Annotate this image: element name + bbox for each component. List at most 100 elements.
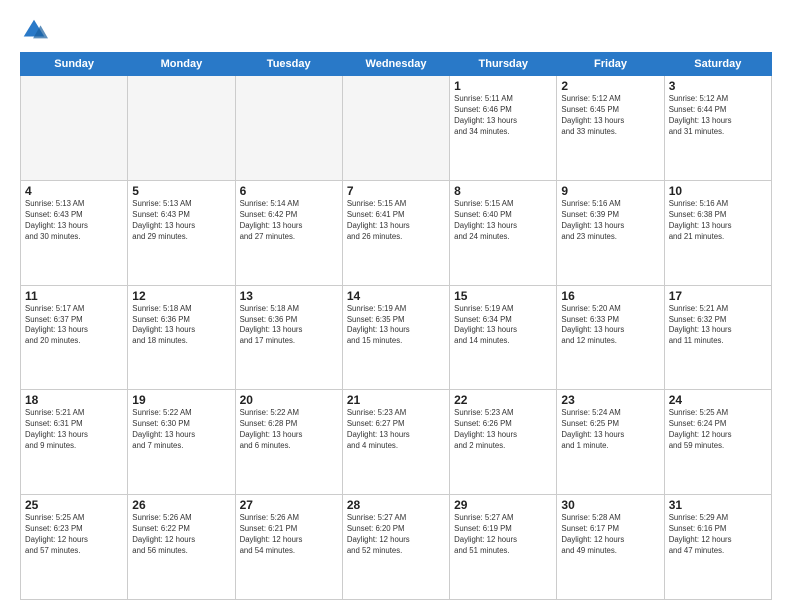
calendar-table: SundayMondayTuesdayWednesdayThursdayFrid… bbox=[20, 52, 772, 600]
weekday-header-saturday: Saturday bbox=[664, 53, 771, 76]
calendar-cell: 28Sunrise: 5:27 AM Sunset: 6:20 PM Dayli… bbox=[342, 495, 449, 600]
calendar-cell: 12Sunrise: 5:18 AM Sunset: 6:36 PM Dayli… bbox=[128, 285, 235, 390]
calendar-cell: 5Sunrise: 5:13 AM Sunset: 6:43 PM Daylig… bbox=[128, 180, 235, 285]
logo-icon bbox=[20, 16, 48, 44]
day-number: 8 bbox=[454, 184, 552, 198]
week-row-5: 25Sunrise: 5:25 AM Sunset: 6:23 PM Dayli… bbox=[21, 495, 772, 600]
day-number: 18 bbox=[25, 393, 123, 407]
day-number: 22 bbox=[454, 393, 552, 407]
calendar-cell: 27Sunrise: 5:26 AM Sunset: 6:21 PM Dayli… bbox=[235, 495, 342, 600]
weekday-header-sunday: Sunday bbox=[21, 53, 128, 76]
header bbox=[20, 16, 772, 44]
calendar-cell bbox=[235, 76, 342, 181]
day-number: 9 bbox=[561, 184, 659, 198]
calendar-cell: 19Sunrise: 5:22 AM Sunset: 6:30 PM Dayli… bbox=[128, 390, 235, 495]
day-info: Sunrise: 5:11 AM Sunset: 6:46 PM Dayligh… bbox=[454, 94, 552, 138]
calendar-cell: 23Sunrise: 5:24 AM Sunset: 6:25 PM Dayli… bbox=[557, 390, 664, 495]
day-number: 24 bbox=[669, 393, 767, 407]
calendar-cell: 25Sunrise: 5:25 AM Sunset: 6:23 PM Dayli… bbox=[21, 495, 128, 600]
calendar-cell: 15Sunrise: 5:19 AM Sunset: 6:34 PM Dayli… bbox=[450, 285, 557, 390]
day-number: 17 bbox=[669, 289, 767, 303]
day-number: 10 bbox=[669, 184, 767, 198]
calendar-cell: 24Sunrise: 5:25 AM Sunset: 6:24 PM Dayli… bbox=[664, 390, 771, 495]
day-number: 20 bbox=[240, 393, 338, 407]
page: SundayMondayTuesdayWednesdayThursdayFrid… bbox=[0, 0, 792, 612]
day-info: Sunrise: 5:27 AM Sunset: 6:19 PM Dayligh… bbox=[454, 513, 552, 557]
calendar-cell: 6Sunrise: 5:14 AM Sunset: 6:42 PM Daylig… bbox=[235, 180, 342, 285]
day-info: Sunrise: 5:28 AM Sunset: 6:17 PM Dayligh… bbox=[561, 513, 659, 557]
calendar-cell: 9Sunrise: 5:16 AM Sunset: 6:39 PM Daylig… bbox=[557, 180, 664, 285]
logo bbox=[20, 16, 52, 44]
calendar-header: SundayMondayTuesdayWednesdayThursdayFrid… bbox=[21, 53, 772, 76]
day-info: Sunrise: 5:12 AM Sunset: 6:45 PM Dayligh… bbox=[561, 94, 659, 138]
calendar-cell: 14Sunrise: 5:19 AM Sunset: 6:35 PM Dayli… bbox=[342, 285, 449, 390]
day-number: 6 bbox=[240, 184, 338, 198]
weekday-header-thursday: Thursday bbox=[450, 53, 557, 76]
calendar-cell: 16Sunrise: 5:20 AM Sunset: 6:33 PM Dayli… bbox=[557, 285, 664, 390]
calendar-cell bbox=[128, 76, 235, 181]
calendar-cell: 20Sunrise: 5:22 AM Sunset: 6:28 PM Dayli… bbox=[235, 390, 342, 495]
day-info: Sunrise: 5:26 AM Sunset: 6:21 PM Dayligh… bbox=[240, 513, 338, 557]
day-number: 13 bbox=[240, 289, 338, 303]
day-number: 28 bbox=[347, 498, 445, 512]
calendar-cell: 3Sunrise: 5:12 AM Sunset: 6:44 PM Daylig… bbox=[664, 76, 771, 181]
day-info: Sunrise: 5:22 AM Sunset: 6:30 PM Dayligh… bbox=[132, 408, 230, 452]
calendar-cell: 11Sunrise: 5:17 AM Sunset: 6:37 PM Dayli… bbox=[21, 285, 128, 390]
calendar-cell: 29Sunrise: 5:27 AM Sunset: 6:19 PM Dayli… bbox=[450, 495, 557, 600]
calendar-cell: 21Sunrise: 5:23 AM Sunset: 6:27 PM Dayli… bbox=[342, 390, 449, 495]
calendar-cell bbox=[21, 76, 128, 181]
calendar-cell: 31Sunrise: 5:29 AM Sunset: 6:16 PM Dayli… bbox=[664, 495, 771, 600]
day-number: 4 bbox=[25, 184, 123, 198]
weekday-row: SundayMondayTuesdayWednesdayThursdayFrid… bbox=[21, 53, 772, 76]
day-number: 27 bbox=[240, 498, 338, 512]
day-info: Sunrise: 5:26 AM Sunset: 6:22 PM Dayligh… bbox=[132, 513, 230, 557]
week-row-2: 4Sunrise: 5:13 AM Sunset: 6:43 PM Daylig… bbox=[21, 180, 772, 285]
calendar-cell: 10Sunrise: 5:16 AM Sunset: 6:38 PM Dayli… bbox=[664, 180, 771, 285]
day-info: Sunrise: 5:12 AM Sunset: 6:44 PM Dayligh… bbox=[669, 94, 767, 138]
day-number: 26 bbox=[132, 498, 230, 512]
day-info: Sunrise: 5:13 AM Sunset: 6:43 PM Dayligh… bbox=[25, 199, 123, 243]
day-number: 25 bbox=[25, 498, 123, 512]
calendar-body: 1Sunrise: 5:11 AM Sunset: 6:46 PM Daylig… bbox=[21, 76, 772, 600]
week-row-1: 1Sunrise: 5:11 AM Sunset: 6:46 PM Daylig… bbox=[21, 76, 772, 181]
day-info: Sunrise: 5:18 AM Sunset: 6:36 PM Dayligh… bbox=[240, 304, 338, 348]
day-info: Sunrise: 5:27 AM Sunset: 6:20 PM Dayligh… bbox=[347, 513, 445, 557]
week-row-3: 11Sunrise: 5:17 AM Sunset: 6:37 PM Dayli… bbox=[21, 285, 772, 390]
calendar-cell: 13Sunrise: 5:18 AM Sunset: 6:36 PM Dayli… bbox=[235, 285, 342, 390]
day-info: Sunrise: 5:17 AM Sunset: 6:37 PM Dayligh… bbox=[25, 304, 123, 348]
day-info: Sunrise: 5:19 AM Sunset: 6:34 PM Dayligh… bbox=[454, 304, 552, 348]
day-number: 29 bbox=[454, 498, 552, 512]
day-number: 5 bbox=[132, 184, 230, 198]
calendar-cell: 2Sunrise: 5:12 AM Sunset: 6:45 PM Daylig… bbox=[557, 76, 664, 181]
day-info: Sunrise: 5:16 AM Sunset: 6:39 PM Dayligh… bbox=[561, 199, 659, 243]
day-info: Sunrise: 5:14 AM Sunset: 6:42 PM Dayligh… bbox=[240, 199, 338, 243]
day-info: Sunrise: 5:16 AM Sunset: 6:38 PM Dayligh… bbox=[669, 199, 767, 243]
day-info: Sunrise: 5:25 AM Sunset: 6:24 PM Dayligh… bbox=[669, 408, 767, 452]
day-info: Sunrise: 5:21 AM Sunset: 6:31 PM Dayligh… bbox=[25, 408, 123, 452]
day-number: 7 bbox=[347, 184, 445, 198]
day-number: 12 bbox=[132, 289, 230, 303]
day-number: 16 bbox=[561, 289, 659, 303]
day-info: Sunrise: 5:23 AM Sunset: 6:27 PM Dayligh… bbox=[347, 408, 445, 452]
day-info: Sunrise: 5:13 AM Sunset: 6:43 PM Dayligh… bbox=[132, 199, 230, 243]
day-info: Sunrise: 5:18 AM Sunset: 6:36 PM Dayligh… bbox=[132, 304, 230, 348]
calendar-cell: 22Sunrise: 5:23 AM Sunset: 6:26 PM Dayli… bbox=[450, 390, 557, 495]
day-number: 11 bbox=[25, 289, 123, 303]
day-number: 23 bbox=[561, 393, 659, 407]
weekday-header-monday: Monday bbox=[128, 53, 235, 76]
weekday-header-tuesday: Tuesday bbox=[235, 53, 342, 76]
day-number: 15 bbox=[454, 289, 552, 303]
day-info: Sunrise: 5:22 AM Sunset: 6:28 PM Dayligh… bbox=[240, 408, 338, 452]
day-number: 21 bbox=[347, 393, 445, 407]
day-number: 14 bbox=[347, 289, 445, 303]
calendar-cell: 30Sunrise: 5:28 AM Sunset: 6:17 PM Dayli… bbox=[557, 495, 664, 600]
calendar-cell: 4Sunrise: 5:13 AM Sunset: 6:43 PM Daylig… bbox=[21, 180, 128, 285]
day-info: Sunrise: 5:20 AM Sunset: 6:33 PM Dayligh… bbox=[561, 304, 659, 348]
day-number: 30 bbox=[561, 498, 659, 512]
day-number: 1 bbox=[454, 79, 552, 93]
day-info: Sunrise: 5:15 AM Sunset: 6:40 PM Dayligh… bbox=[454, 199, 552, 243]
weekday-header-wednesday: Wednesday bbox=[342, 53, 449, 76]
calendar-cell: 8Sunrise: 5:15 AM Sunset: 6:40 PM Daylig… bbox=[450, 180, 557, 285]
day-info: Sunrise: 5:23 AM Sunset: 6:26 PM Dayligh… bbox=[454, 408, 552, 452]
day-number: 3 bbox=[669, 79, 767, 93]
